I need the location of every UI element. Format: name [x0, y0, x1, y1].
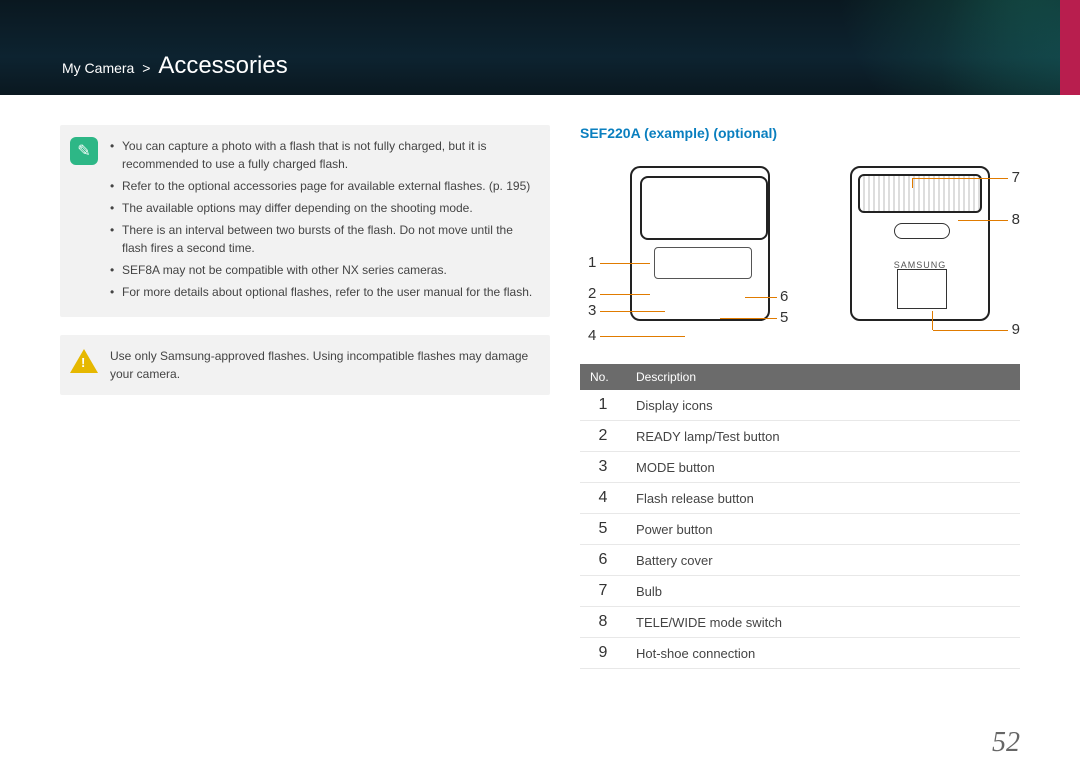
part-no: 9 — [580, 638, 626, 669]
flash-diagram: SAMSUNG 1 2 3 4 6 5 7 8 9 — [580, 151, 1020, 346]
part-no: 8 — [580, 607, 626, 638]
info-note-item: SEF8A may not be compatible with other N… — [110, 261, 540, 279]
warning-text: Use only Samsung-approved flashes. Using… — [110, 347, 540, 383]
callout-6: 6 — [780, 288, 788, 305]
section-title: SEF220A (example) (optional) — [580, 125, 1020, 141]
header-banner: My Camera > Accessories — [0, 0, 1080, 95]
leader-line — [913, 178, 1008, 179]
info-note-item: Refer to the optional accessories page f… — [110, 177, 540, 195]
page-number: 52 — [992, 727, 1020, 759]
parts-table-body: 1Display icons 2READY lamp/Test button 3… — [580, 390, 1020, 669]
pencil-icon: ✎ — [70, 137, 98, 165]
leader-line — [600, 294, 650, 295]
tele-wide-switch-graphic — [894, 223, 950, 239]
leader-line — [933, 330, 1008, 331]
leader-line — [932, 311, 933, 330]
table-row: 5Power button — [580, 514, 1020, 545]
callout-8: 8 — [1012, 211, 1020, 228]
part-desc: Display icons — [626, 390, 1020, 421]
part-no: 2 — [580, 421, 626, 452]
callout-5: 5 — [780, 309, 788, 326]
callout-4: 4 — [588, 327, 596, 344]
flash-back-view: SAMSUNG — [850, 166, 990, 321]
warning-note-box: Use only Samsung-approved flashes. Using… — [60, 335, 550, 395]
callout-2: 2 — [588, 285, 596, 302]
table-row: 2READY lamp/Test button — [580, 421, 1020, 452]
part-no: 5 — [580, 514, 626, 545]
part-no: 6 — [580, 545, 626, 576]
callout-9: 9 — [1012, 321, 1020, 338]
table-header-row: No. Description — [580, 364, 1020, 390]
breadcrumb-parent: My Camera — [62, 60, 134, 76]
leader-line — [958, 220, 1008, 221]
leader-line — [720, 318, 777, 319]
leader-line — [912, 178, 913, 188]
right-column: SEF220A (example) (optional) SAMSUNG 1 2… — [580, 125, 1020, 669]
callout-1: 1 — [588, 254, 596, 271]
part-desc: Battery cover — [626, 545, 1020, 576]
info-note-list: You can capture a photo with a flash tha… — [110, 137, 540, 305]
hot-shoe-graphic — [897, 269, 947, 309]
col-header-no: No. — [580, 364, 626, 390]
left-column: ✎ You can capture a photo with a flash t… — [60, 125, 550, 669]
leader-line — [600, 311, 665, 312]
col-header-desc: Description — [626, 364, 1020, 390]
breadcrumb: My Camera > Accessories — [62, 52, 288, 80]
content-area: ✎ You can capture a photo with a flash t… — [0, 95, 1080, 669]
part-desc: MODE button — [626, 452, 1020, 483]
table-row: 7Bulb — [580, 576, 1020, 607]
table-row: 9Hot-shoe connection — [580, 638, 1020, 669]
callout-7: 7 — [1012, 169, 1020, 186]
info-note-item: There is an interval between two bursts … — [110, 221, 540, 257]
leader-line — [600, 263, 650, 264]
page-title: Accessories — [158, 52, 287, 79]
part-no: 3 — [580, 452, 626, 483]
info-note-item: The available options may differ dependi… — [110, 199, 540, 217]
info-note-box: ✎ You can capture a photo with a flash t… — [60, 125, 550, 317]
part-desc: READY lamp/Test button — [626, 421, 1020, 452]
part-no: 1 — [580, 390, 626, 421]
part-no: 4 — [580, 483, 626, 514]
table-row: 8TELE/WIDE mode switch — [580, 607, 1020, 638]
table-row: 1Display icons — [580, 390, 1020, 421]
leader-line — [745, 297, 777, 298]
part-desc: TELE/WIDE mode switch — [626, 607, 1020, 638]
callout-3: 3 — [588, 302, 596, 319]
breadcrumb-sep: > — [142, 60, 150, 76]
part-desc: Bulb — [626, 576, 1020, 607]
part-no: 7 — [580, 576, 626, 607]
warning-icon — [70, 347, 98, 375]
parts-table: No. Description 1Display icons 2READY la… — [580, 364, 1020, 669]
table-row: 4Flash release button — [580, 483, 1020, 514]
info-note-item: For more details about optional flashes,… — [110, 283, 540, 301]
part-desc: Hot-shoe connection — [626, 638, 1020, 669]
table-row: 3MODE button — [580, 452, 1020, 483]
part-desc: Power button — [626, 514, 1020, 545]
part-desc: Flash release button — [626, 483, 1020, 514]
table-row: 6Battery cover — [580, 545, 1020, 576]
info-note-item: You can capture a photo with a flash tha… — [110, 137, 540, 173]
leader-line — [600, 336, 685, 337]
